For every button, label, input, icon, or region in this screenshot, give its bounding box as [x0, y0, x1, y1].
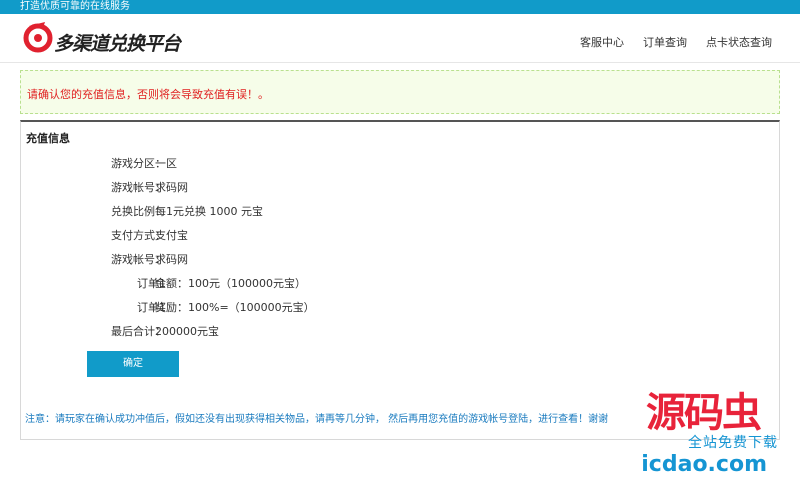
watermark-slogan: 全站免费下载: [688, 435, 778, 451]
row-value: 求码网: [155, 181, 188, 194]
info-row-total: 最后合计： 200000元宝: [21, 323, 779, 339]
info-row-game-account: 游戏帐号： 求码网: [21, 179, 779, 195]
info-row-game-account-2: 游戏帐号： 求码网: [21, 251, 779, 267]
watermark-url: icdao.com: [641, 452, 767, 477]
slogan: 打造优质可靠的在线服务: [20, 1, 130, 12]
alert-text: 请确认您的充值信息，否则将会导致充值有误！。: [27, 88, 269, 101]
row-value: 求码网: [155, 253, 188, 266]
info-row-order-amount: 订单1 金额：100元（100000元宝）: [21, 275, 779, 291]
header: 多渠道兑换平台 客服中心 订单查询 点卡状态查询: [0, 14, 800, 63]
row-value: 金额：100元（100000元宝）: [155, 277, 306, 290]
panel-title: 充值信息: [26, 132, 70, 145]
info-row-order-bonus: 订单1 奖励：100%=（100000元宝）: [21, 299, 779, 315]
nav-order-query[interactable]: 订单查询: [643, 34, 687, 50]
top-bar: 打造优质可靠的在线服务: [0, 0, 800, 14]
top-nav: 客服中心 订单查询 点卡状态查询: [580, 34, 772, 50]
notice-text: 注意：请玩家在确认成功冲值后，假如还没有出现获得相关物品，请再等几分钟， 然后再…: [25, 414, 609, 425]
nav-customer-service[interactable]: 客服中心: [580, 34, 624, 50]
logo-text: 多渠道兑换平台: [54, 33, 181, 55]
info-row-exchange-ratio: 兑换比例： 每1元兑换 1000 元宝: [21, 203, 779, 219]
row-value: 200000元宝: [155, 325, 219, 338]
row-value: 奖励：100%=（100000元宝）: [155, 301, 315, 314]
info-row-game-zone: 游戏分区： 一区: [21, 155, 779, 171]
row-value: 每1元兑换 1000 元宝: [155, 205, 263, 218]
watermark: 源码虫 全站免费下载 icdao.com: [630, 380, 790, 480]
logo-icon: [23, 22, 53, 53]
nav-card-status-query[interactable]: 点卡状态查询: [706, 34, 772, 50]
logo[interactable]: 多渠道兑换平台: [21, 18, 201, 58]
alert-box: 请确认您的充值信息，否则将会导致充值有误！。: [20, 70, 780, 114]
confirm-button[interactable]: 确定: [87, 351, 179, 377]
watermark-logo: 源码虫: [646, 389, 762, 436]
row-value: 一区: [155, 157, 177, 170]
info-row-payment-method: 支付方式： 支付宝: [21, 227, 779, 243]
row-value: 支付宝: [155, 229, 188, 242]
